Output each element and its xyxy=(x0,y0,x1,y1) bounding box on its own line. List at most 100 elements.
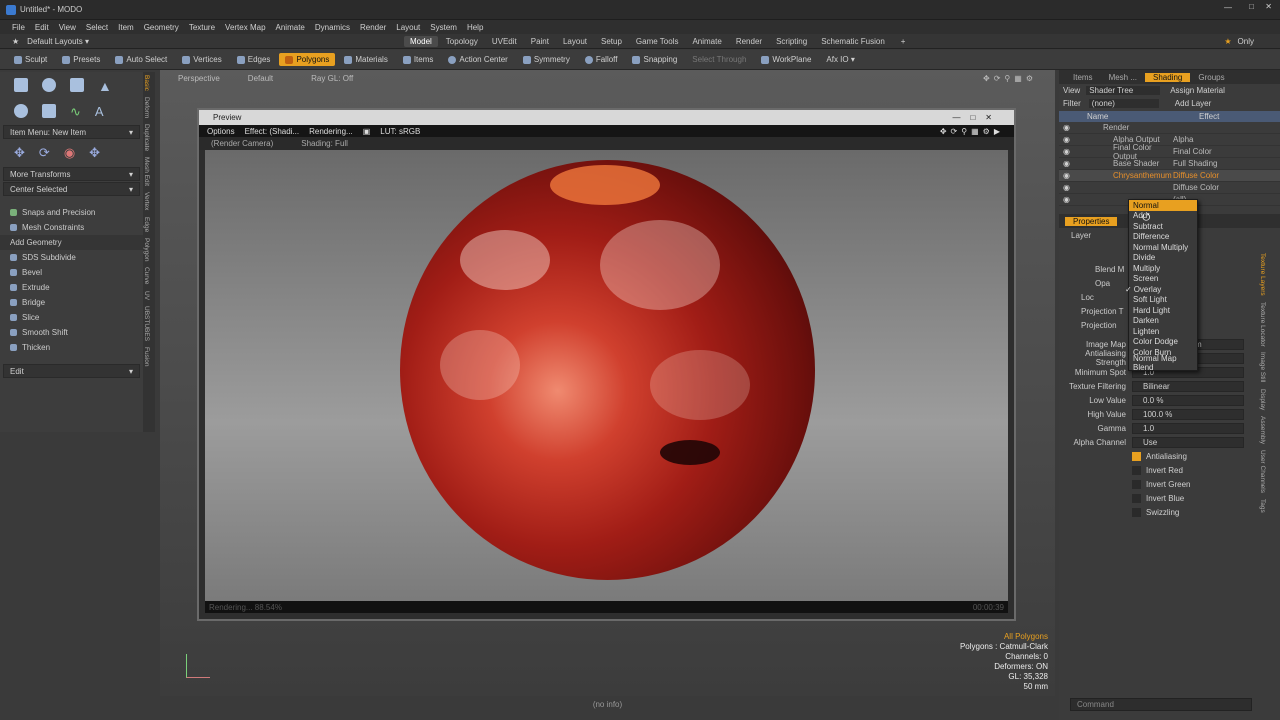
tab-topology[interactable]: Topology xyxy=(440,36,484,47)
menu-animate[interactable]: Animate xyxy=(276,23,305,32)
presets-button[interactable]: Presets xyxy=(56,53,106,66)
options-menu[interactable]: Options xyxy=(207,127,235,136)
blend-item[interactable]: Normal Multiply xyxy=(1129,242,1197,253)
menu-help[interactable]: Help xyxy=(467,23,483,32)
view-dropdown[interactable]: Shader Tree xyxy=(1086,86,1161,95)
render-camera-dropdown[interactable]: (Render Camera) xyxy=(211,139,273,148)
edges-button[interactable]: Edges xyxy=(231,53,277,66)
preview-window-controls[interactable]: —□✕ xyxy=(952,113,1002,122)
tab-mesh[interactable]: Mesh ... xyxy=(1101,73,1145,82)
effect-column-header[interactable]: Effect xyxy=(1199,112,1219,121)
cube-icon[interactable] xyxy=(14,78,28,92)
menu-system[interactable]: System xyxy=(430,23,457,32)
workplane-button[interactable]: WorkPlane xyxy=(755,53,817,66)
menu-dynamics[interactable]: Dynamics xyxy=(315,23,350,32)
menu-edit[interactable]: Edit xyxy=(35,23,49,32)
menu-file[interactable]: File xyxy=(12,23,25,32)
falloff-button[interactable]: Falloff xyxy=(579,53,624,66)
only-toggle[interactable]: Only xyxy=(1238,37,1254,46)
tab-uvedit[interactable]: UVEdit xyxy=(486,36,523,47)
shader-row[interactable]: ◉ Render xyxy=(1059,122,1280,134)
eye-icon[interactable]: ◉ xyxy=(1063,135,1073,144)
prop-field[interactable]: 0.0 % xyxy=(1132,394,1244,406)
sphere-icon[interactable] xyxy=(42,78,56,92)
blend-item[interactable]: Normal xyxy=(1129,200,1197,211)
item-menu-dropdown[interactable]: Item Menu: New Item ▾ xyxy=(3,125,140,139)
tool-bevel[interactable]: Bevel xyxy=(0,265,143,280)
symmetry-button[interactable]: Symmetry xyxy=(517,53,576,66)
items-button[interactable]: Items xyxy=(397,53,440,66)
tab-paint[interactable]: Paint xyxy=(525,36,555,47)
eye-icon[interactable]: ◉ xyxy=(1063,123,1073,132)
tab-properties[interactable]: Properties xyxy=(1065,216,1118,226)
blend-item[interactable]: Multiply xyxy=(1129,263,1197,274)
vtab-deform[interactable]: Deform xyxy=(143,94,150,121)
tab-schematic-fusion[interactable]: Schematic Fusion xyxy=(815,36,891,47)
checkbox[interactable] xyxy=(1132,493,1141,503)
tab-setup[interactable]: Setup xyxy=(595,36,628,47)
effect-menu[interactable]: Effect: (Shadi... xyxy=(245,127,300,136)
rvtab[interactable]: Texture Locator xyxy=(1259,299,1266,350)
shader-row[interactable]: ◉ Base Shader Full Shading xyxy=(1059,158,1280,170)
layout-dropdown[interactable]: Default Layouts ▾ xyxy=(27,37,89,46)
edit-dropdown[interactable]: Edit ▾ xyxy=(3,364,140,378)
close-icon[interactable]: ✕ xyxy=(1265,2,1272,11)
action-center-button[interactable]: Action Center xyxy=(442,53,513,66)
tab-items[interactable]: Items xyxy=(1065,73,1101,82)
shader-row[interactable]: ◉ Chrysanthemum Diffuse Color xyxy=(1059,170,1280,182)
materials-button[interactable]: Materials xyxy=(338,53,393,66)
vertices-button[interactable]: Vertices xyxy=(176,53,227,66)
tab-render[interactable]: Render xyxy=(730,36,768,47)
blend-item[interactable]: Divide xyxy=(1129,253,1197,264)
menu-geometry[interactable]: Geometry xyxy=(144,23,179,32)
assign-material-button[interactable]: Assign Material xyxy=(1170,86,1225,95)
checkbox[interactable] xyxy=(1132,451,1141,461)
afx-io-button[interactable]: Afx IO ▾ xyxy=(820,53,860,66)
menu-layout[interactable]: Layout xyxy=(396,23,420,32)
blend-item[interactable]: Hard Light xyxy=(1129,305,1197,316)
lock-icon[interactable]: ▣ xyxy=(363,127,371,136)
tool-extrude[interactable]: Extrude xyxy=(0,280,143,295)
add-geometry-header[interactable]: Add Geometry xyxy=(0,235,143,250)
preview-tool-icons[interactable]: ✥⟳⚲▦⚙▶ xyxy=(940,127,1004,136)
perspective-dropdown[interactable]: Perspective xyxy=(178,74,220,83)
checkbox[interactable] xyxy=(1132,465,1141,475)
blend-item[interactable]: Subtract xyxy=(1129,221,1197,232)
tab-groups[interactable]: Groups xyxy=(1190,73,1232,82)
viewport-nav-icons[interactable]: ✥⟳⚲▦⚙ xyxy=(983,74,1037,83)
rvtab[interactable]: Texture Layers xyxy=(1259,250,1266,299)
name-column-header[interactable]: Name xyxy=(1059,112,1199,121)
curve-icon[interactable]: ∿ xyxy=(70,104,81,120)
eye-icon[interactable]: ◉ xyxy=(1063,183,1073,192)
shading-full-dropdown[interactable]: Shading: Full xyxy=(301,139,348,148)
transform-icon[interactable]: ✥ xyxy=(89,145,100,161)
menu-texture[interactable]: Texture xyxy=(189,23,215,32)
tab-shading[interactable]: Shading xyxy=(1145,72,1191,82)
rvtab[interactable]: Display xyxy=(1259,386,1266,413)
menu-item[interactable]: Item xyxy=(118,23,134,32)
eye-icon[interactable]: ◉ xyxy=(1063,195,1073,204)
vtab-polygon[interactable]: Polygon xyxy=(143,235,150,265)
auto-select-button[interactable]: Auto Select xyxy=(109,53,173,66)
menu-select[interactable]: Select xyxy=(86,23,108,32)
rvtab[interactable]: User Channels xyxy=(1259,447,1266,496)
eye-icon[interactable]: ◉ xyxy=(1063,147,1073,156)
shader-row[interactable]: ◉ Diffuse Color xyxy=(1059,182,1280,194)
checkbox[interactable] xyxy=(1132,507,1141,517)
star-icon[interactable]: ★ xyxy=(12,37,19,46)
menu-render[interactable]: Render xyxy=(360,23,386,32)
vtab-curve[interactable]: Curve xyxy=(143,264,150,287)
add-tab-icon[interactable]: + xyxy=(901,37,906,46)
snaps-precision-button[interactable]: Snaps and Precision xyxy=(0,205,143,220)
eye-icon[interactable]: ◉ xyxy=(1063,159,1073,168)
scale-icon[interactable]: ◉ xyxy=(64,145,75,161)
cylinder-icon[interactable] xyxy=(70,78,84,92)
tool-smooth-shift[interactable]: Smooth Shift xyxy=(0,325,143,340)
tab-animate[interactable]: Animate xyxy=(686,36,727,47)
tab-model[interactable]: Model xyxy=(404,35,438,47)
preview-window[interactable]: Preview —□✕ Options Effect: (Shadi... Re… xyxy=(197,108,1016,621)
rvtab[interactable]: Tags xyxy=(1259,496,1266,516)
blend-item[interactable]: Soft Light xyxy=(1129,295,1197,306)
vtab-uv[interactable]: UV xyxy=(143,288,150,303)
mesh-constraints-button[interactable]: Mesh Constraints xyxy=(0,220,143,235)
